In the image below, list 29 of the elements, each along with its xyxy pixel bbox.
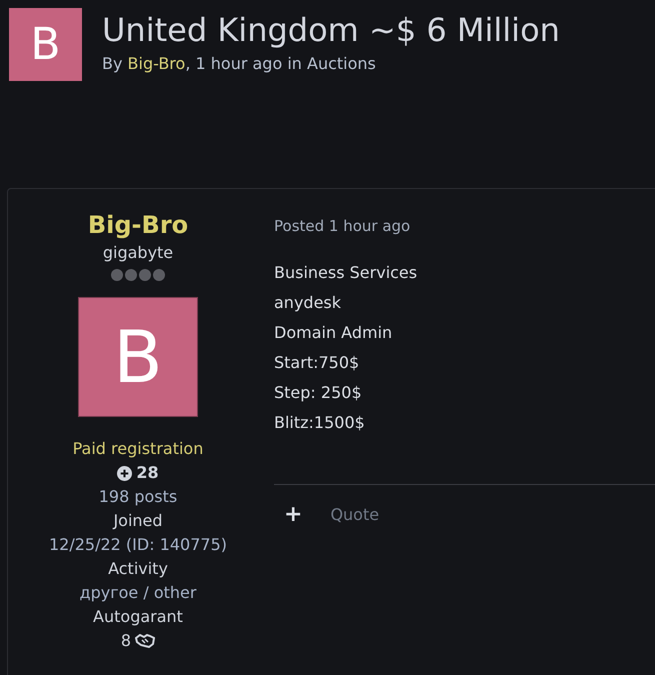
reputation-count: 28 — [136, 462, 159, 484]
rank-pips-icon — [111, 269, 165, 281]
topic-title: United Kingdom ~$ 6 Million — [102, 10, 560, 51]
joined-date: 12/25/22 (ID: 140775) — [48, 534, 228, 556]
post-text-line: Blitz:1500$ — [274, 412, 366, 434]
handshake-icon — [135, 634, 156, 648]
activity-value: другое / other — [80, 582, 196, 604]
forum-link[interactable]: Auctions — [307, 54, 376, 73]
autogarant-label: Autogarant — [93, 606, 183, 628]
post-text-line: Domain Admin — [274, 322, 394, 344]
post-text-line: Start:750$ — [274, 352, 360, 374]
topic-avatar[interactable]: B — [9, 8, 82, 81]
post-count[interactable]: 198 posts — [98, 485, 178, 509]
post-date: Posted 1 hour ago — [274, 216, 412, 237]
author-avatar[interactable]: B — [78, 297, 198, 417]
post-text-line: Step: 250$ — [274, 382, 363, 404]
author-name[interactable]: Big-Bro — [88, 209, 188, 241]
post-text-line: anydesk — [274, 292, 342, 314]
rank-title: gigabyte — [102, 242, 174, 264]
topic-byline: By Big-Bro, 1 hour ago in Auctions — [102, 53, 377, 75]
add-button[interactable]: + — [284, 504, 302, 526]
autogarant-count: 8 — [120, 630, 132, 652]
plus-circle-icon — [117, 466, 132, 480]
activity-label: Activity — [108, 558, 168, 580]
quote-button[interactable]: Quote — [330, 502, 380, 526]
post-text-line: Business Services — [274, 262, 418, 284]
author-link[interactable]: Big-Bro — [128, 54, 186, 73]
joined-label: Joined — [113, 510, 163, 532]
member-group: Paid registration — [72, 437, 204, 461]
